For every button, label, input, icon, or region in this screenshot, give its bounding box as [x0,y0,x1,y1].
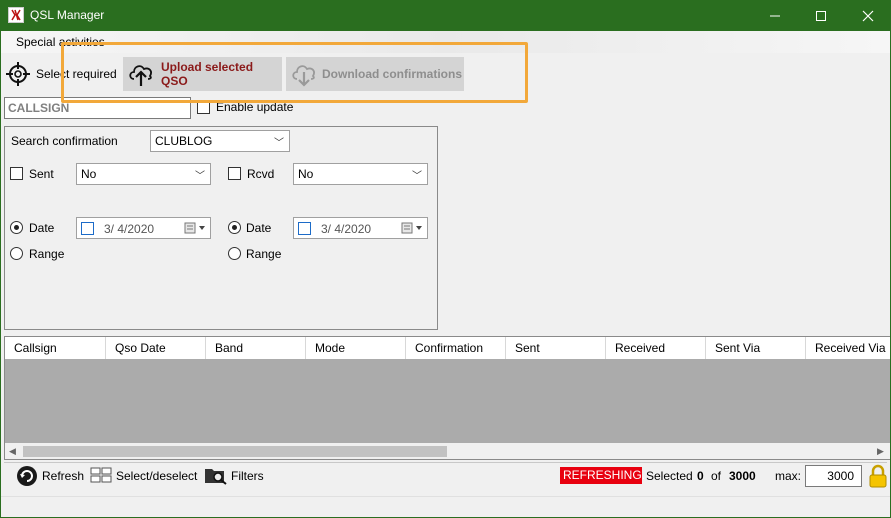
right-date-label: Date [246,221,272,235]
select-deselect-icon[interactable] [90,467,112,483]
left-date-radio[interactable] [10,221,23,234]
enable-update-label: Enable update [216,100,294,114]
grid-header: Callsign Qso Date Band Mode Confirmation… [5,337,890,359]
left-date-value: 3/ 4/2020 [104,222,155,236]
right-date-enable-checkbox[interactable] [298,222,311,235]
upload-selected-qso-label: Upload selected QSO [161,60,254,88]
cloud-upload-icon [127,61,155,87]
scroll-left-icon[interactable]: ◀ [9,446,16,457]
scroll-right-icon[interactable]: ▶ [877,446,884,457]
right-range-radio[interactable] [228,247,241,260]
menu-bar [1,31,890,53]
minimize-button[interactable] [752,0,798,31]
maximize-icon [816,10,826,21]
search-confirmation-value: CLUBLOG [155,134,213,148]
chevron-down-icon: ﹀ [195,171,205,182]
callsign-input[interactable]: CALLSIGN [4,97,191,119]
maximize-button[interactable] [798,0,844,31]
chevron-down-icon: ﹀ [412,171,422,182]
rcvd-checkbox[interactable] [228,167,241,180]
column-header-received-via[interactable]: Received Via [806,337,890,359]
sent-value: No [81,167,97,181]
right-range-label: Range [246,247,282,261]
max-input[interactable]: 3000 [805,465,862,487]
rcvd-value: No [298,167,314,181]
download-confirmations-label: Download confirmations [322,67,463,81]
select-deselect-button[interactable]: Select/deselect [116,469,197,483]
scrollbar-thumb[interactable] [23,446,447,457]
menu-special-activities[interactable]: Special activities [16,35,105,49]
column-header-sent-via[interactable]: Sent Via [706,337,806,359]
upload-selected-qso-button[interactable]: Upload selected QSO [123,57,282,91]
sent-select[interactable]: No ﹀ [76,163,211,185]
calendar-icon[interactable] [401,221,425,235]
search-confirmation-select[interactable]: CLUBLOG ﹀ [150,130,290,152]
rcvd-label: Rcvd [247,167,275,181]
left-date-label: Date [29,221,55,235]
right-date-radio[interactable] [228,221,241,234]
column-header-received[interactable]: Received [606,337,706,359]
total-count: 3000 [729,469,756,483]
select-required-label: Select required [36,67,117,81]
download-confirmations-button[interactable]: Download confirmations [286,57,464,91]
column-header-mode[interactable]: Mode [306,337,406,359]
filters-button[interactable]: Filters [231,469,264,483]
column-header-sent[interactable]: Sent [506,337,606,359]
rcvd-select[interactable]: No ﹀ [293,163,428,185]
refresh-button[interactable]: Refresh [42,469,84,483]
qso-grid[interactable]: Callsign Qso Date Band Mode Confirmation… [4,336,891,460]
window-title: QSL Manager [30,8,105,22]
select-required-button[interactable]: Select required [6,57,120,91]
column-header-callsign[interactable]: Callsign [5,337,106,359]
search-confirmation-label: Search confirmation [11,134,118,148]
crosshair-icon [6,62,30,86]
refresh-icon[interactable] [16,465,38,487]
right-date-picker[interactable]: 3/ 4/2020 [293,217,428,239]
chevron-down-icon: ﹀ [274,138,284,149]
status-separator [4,462,887,463]
lock-icon[interactable] [868,464,888,488]
horizontal-scrollbar[interactable]: ◀ ▶ [5,443,890,459]
column-header-band[interactable]: Band [206,337,306,359]
bottom-strip [0,496,891,518]
column-header-qso-date[interactable]: Qso Date [106,337,206,359]
selected-label: Selected [646,469,693,483]
app-icon [8,7,24,23]
selected-count: 0 [697,469,704,483]
sent-checkbox[interactable] [10,167,23,180]
filters-icon[interactable] [204,465,228,485]
left-range-radio[interactable] [10,247,23,260]
calendar-icon[interactable] [184,221,208,235]
of-label: of [711,469,722,483]
left-range-label: Range [29,247,65,261]
right-date-value: 3/ 4/2020 [321,222,372,236]
refreshing-badge: REFRESHING... [560,467,652,484]
column-header-confirmation[interactable]: Confirmation [406,337,506,359]
sent-label: Sent [29,167,54,181]
minimize-icon [770,15,780,16]
cloud-download-icon [290,61,318,87]
enable-update-checkbox[interactable] [197,101,210,114]
left-date-picker[interactable]: 3/ 4/2020 [76,217,211,239]
left-date-enable-checkbox[interactable] [81,222,94,235]
max-label: max: [775,469,802,483]
close-button[interactable] [845,0,891,31]
close-icon [862,10,874,21]
